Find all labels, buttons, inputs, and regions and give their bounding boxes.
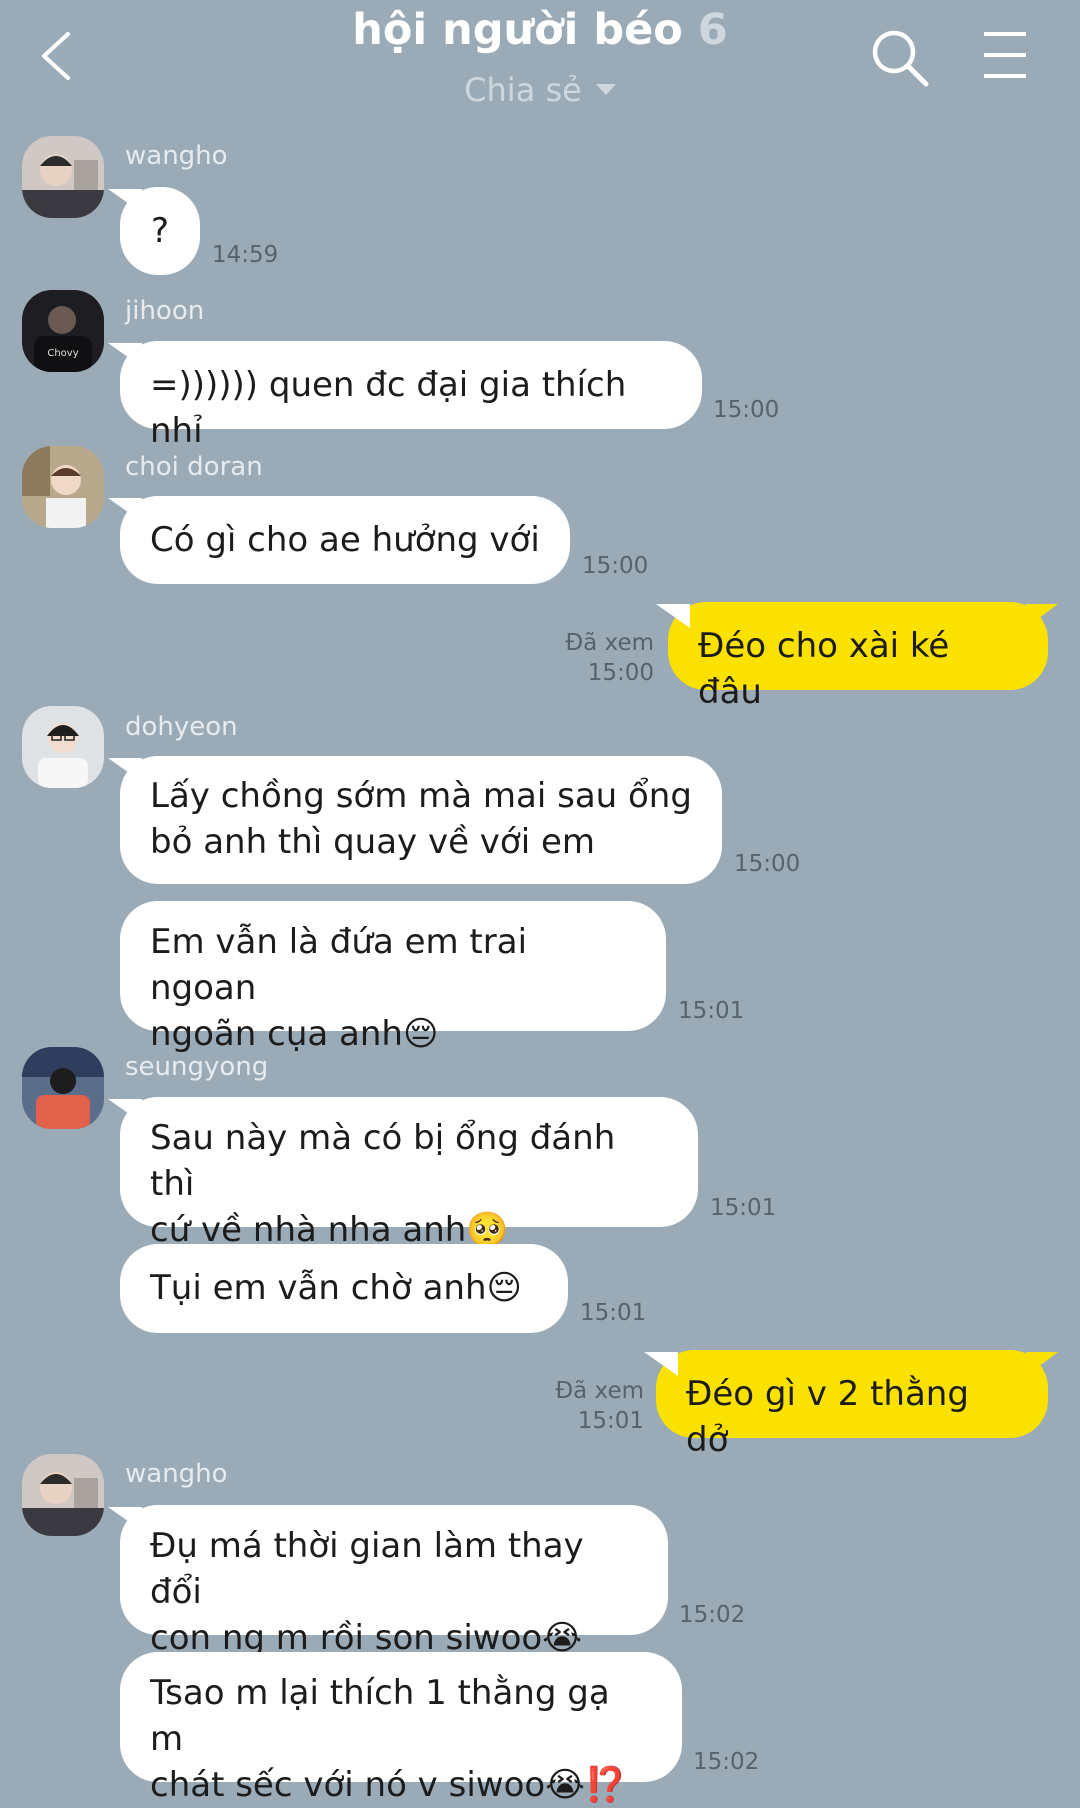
avatar-wangho[interactable]	[22, 1454, 104, 1536]
sender-name: dohyeon	[125, 712, 238, 742]
message-time: 14:59	[212, 242, 279, 268]
message-time: 15:01	[678, 998, 745, 1024]
member-count: 6	[697, 5, 728, 55]
message-bubble[interactable]: Đụ má thời gian làm thay đổi con ng m rồ…	[108, 1505, 668, 1658]
message-bubble[interactable]: Đéo gì v 2 thằng dở	[644, 1350, 1058, 1460]
message-line: Sau này mà có bị ổng đánh thì	[150, 1118, 616, 1204]
avatar-image	[22, 1047, 104, 1129]
sender-name: seungyong	[125, 1052, 269, 1082]
message-time: 15:02	[679, 1602, 746, 1628]
read-status: Đã xem	[565, 630, 654, 656]
message-time: 15:00	[713, 397, 780, 423]
avatar-image	[22, 136, 104, 218]
message-time: 15:01	[710, 1195, 777, 1221]
message-line: chát sếc với nó v siwoo😭⁉️	[150, 1765, 628, 1805]
message-time: 15:01	[577, 1408, 644, 1434]
message-line: Tsao m lại thích 1 thằng gạ m	[150, 1673, 610, 1759]
sender-name: choi doran	[125, 452, 263, 482]
menu-icon[interactable]	[982, 30, 1028, 80]
sender-name: wangho	[125, 1459, 228, 1489]
message-line: Đéo cho xài ké đâu	[698, 626, 950, 712]
message-time: 15:00	[587, 660, 654, 686]
avatar-wangho[interactable]	[22, 136, 104, 218]
message-time: 15:02	[693, 1749, 760, 1775]
svg-text:Chovy: Chovy	[47, 348, 78, 359]
read-receipt: Đã xem 15:00	[565, 628, 654, 688]
message-line: ?	[150, 211, 170, 251]
message-time: 15:00	[734, 851, 801, 877]
message-line: =)))))) quen đc đại gia thích nhỉ	[150, 365, 627, 451]
caret-down-icon	[595, 83, 616, 95]
avatar-image	[22, 706, 104, 788]
avatar-image: Chovy	[22, 290, 104, 372]
sender-name: wangho	[125, 141, 228, 171]
message-bubble[interactable]: Em vẫn là đứa em trai ngoan ngoãn cụa an…	[120, 901, 666, 1054]
message-line: Em vẫn là đứa em trai ngoan	[150, 922, 528, 1008]
message-bubble[interactable]: Tsao m lại thích 1 thằng gạ m chát sếc v…	[120, 1652, 682, 1805]
message-line: bỏ anh thì quay về với em	[150, 822, 596, 862]
message-bubble[interactable]: Sau này mà có bị ổng đánh thì cứ về nhà …	[108, 1097, 698, 1250]
message-bubble[interactable]: ?	[108, 187, 200, 275]
message-line: Đéo gì v 2 thằng dở	[686, 1374, 969, 1460]
avatar-choi-doran[interactable]	[22, 446, 104, 528]
avatar-jihoon[interactable]: Chovy	[22, 290, 104, 372]
avatar-image	[22, 446, 104, 528]
read-receipt: Đã xem 15:01	[555, 1376, 644, 1436]
message-line: Đụ má thời gian làm thay đổi	[150, 1526, 584, 1612]
avatar-seungyong[interactable]	[22, 1047, 104, 1129]
message-bubble[interactable]: Có gì cho ae hưởng với	[108, 496, 570, 584]
avatar-dohyeon[interactable]	[22, 706, 104, 788]
message-bubble[interactable]: Tụi em vẫn chờ anh😔	[120, 1244, 568, 1333]
message-line: Có gì cho ae hưởng với	[150, 520, 540, 560]
avatar-image	[22, 1454, 104, 1536]
message-bubble[interactable]: Lấy chồng sớm mà mai sau ổng bỏ anh thì …	[108, 756, 722, 884]
search-icon[interactable]	[868, 26, 932, 90]
message-line: Lấy chồng sớm mà mai sau ổng	[150, 776, 692, 816]
read-status: Đã xem	[555, 1378, 644, 1404]
sender-name: jihoon	[125, 296, 205, 326]
message-bubble[interactable]: =)))))) quen đc đại gia thích nhỉ	[108, 341, 702, 451]
message-bubble[interactable]: Đéo cho xài ké đâu	[656, 602, 1058, 712]
message-time: 15:01	[580, 1300, 647, 1326]
message-time: 15:00	[582, 553, 649, 579]
message-line: Tụi em vẫn chờ anh😔	[150, 1268, 522, 1308]
share-label: Chia sẻ	[464, 71, 582, 109]
chat-title-text: hội người béo	[352, 5, 683, 55]
